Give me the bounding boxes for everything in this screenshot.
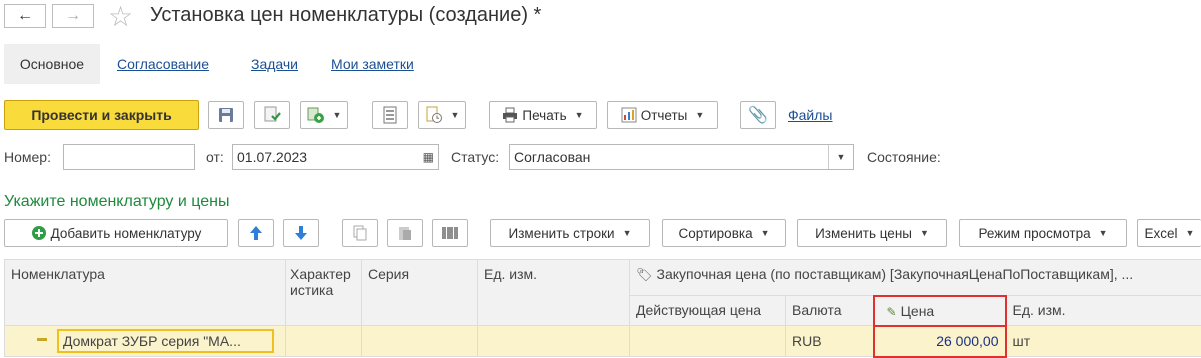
cell-price[interactable]: 26 000,00 [874, 326, 1006, 357]
view-mode-label: Режим просмотра [978, 226, 1090, 241]
change-prices-label: Изменить цены [815, 226, 912, 241]
move-down-button[interactable] [283, 219, 319, 247]
tab-tasks[interactable]: Задачи [251, 44, 298, 84]
add-circle-icon [31, 225, 47, 241]
cell-unit2[interactable]: шт [1006, 326, 1201, 357]
chevron-down-icon: ▼ [451, 110, 460, 120]
document-history-button[interactable]: ▼ [418, 101, 466, 129]
column-group-purchase-price[interactable]: 🏷 Закупочная цена (по поставщикам) [Закуп… [630, 260, 1201, 296]
cell-nomenclature[interactable]: Домкрат ЗУБР серия "МА... [5, 326, 286, 357]
report-chart-icon [621, 107, 637, 123]
tab-my-notes[interactable]: Мои заметки [331, 44, 414, 84]
cell-unit[interactable] [478, 326, 630, 357]
document-clock-icon [425, 106, 443, 124]
chevron-down-icon: ▼ [575, 110, 584, 120]
arrow-down-icon [294, 225, 308, 241]
column-header-price-label: Цена [901, 303, 935, 319]
state-label: Состояние: [867, 149, 941, 165]
view-mode-button[interactable]: Режим просмотра ▼ [959, 219, 1127, 247]
column-header-nomenclature[interactable]: Номенклатура [5, 260, 286, 326]
copy-row-button[interactable] [342, 219, 378, 247]
date-input[interactable]: 01.07.2023 ▦ [232, 144, 439, 170]
cell-series[interactable] [362, 326, 478, 357]
paperclip-icon: 📎 [748, 105, 768, 125]
cell-currency[interactable]: RUB [786, 326, 874, 357]
status-value: Согласован [514, 149, 590, 165]
post-button[interactable] [254, 101, 290, 129]
cell-characteristic[interactable] [286, 326, 362, 357]
save-icon [218, 107, 234, 123]
printer-icon [502, 107, 518, 123]
calendar-icon[interactable]: ▦ [423, 145, 434, 169]
chevron-down-icon: ▼ [1099, 228, 1108, 238]
chevron-down-icon: ▼ [761, 228, 770, 238]
column-header-series[interactable]: Серия [362, 260, 478, 326]
change-rows-button[interactable]: Изменить строки ▼ [490, 219, 650, 247]
add-nomenclature-button[interactable]: Добавить номенклатуру [4, 219, 228, 247]
attach-files-button[interactable]: 📎 [740, 101, 776, 129]
favorite-star-icon[interactable]: ☆ [108, 0, 133, 33]
barcode-button[interactable] [432, 219, 468, 247]
section-title: Укажите номенклатуру и цены [4, 193, 229, 211]
column-group-purchase-price-label: Закупочная цена (по поставщикам) [Закупо… [657, 266, 1134, 282]
nomenclature-value: Домкрат ЗУБР серия "МА... [57, 329, 274, 353]
print-label: Печать [522, 108, 566, 123]
excel-button[interactable]: Excel ▼ [1137, 219, 1201, 247]
arrow-up-icon [249, 225, 263, 241]
arrow-left-icon: ← [17, 7, 33, 25]
barcode-icon [441, 225, 459, 241]
tab-approval[interactable]: Согласование [117, 44, 209, 84]
list-icon [383, 106, 397, 124]
chevron-down-icon[interactable]: ▼ [828, 145, 853, 169]
price-tag-icon: 🏷 [636, 267, 653, 282]
create-based-on-button[interactable]: ▼ [300, 101, 348, 129]
column-header-unit2[interactable]: Ед. изм. [1006, 296, 1201, 326]
chevron-down-icon: ▼ [1186, 228, 1195, 238]
tab-main[interactable]: Основное [4, 44, 100, 84]
change-rows-label: Изменить строки [509, 226, 615, 241]
document-journal-button[interactable] [372, 101, 408, 129]
chevron-down-icon: ▼ [920, 228, 929, 238]
date-label: от: [206, 149, 224, 165]
date-value: 01.07.2023 [237, 149, 307, 165]
column-header-currency[interactable]: Валюта [786, 296, 874, 326]
post-document-icon [263, 106, 281, 124]
status-label: Статус: [451, 149, 499, 165]
excel-label: Excel [1145, 226, 1178, 241]
forward-button[interactable]: → [52, 4, 94, 28]
number-input[interactable] [63, 144, 195, 170]
column-header-current-price[interactable]: Действующая цена [630, 296, 786, 326]
column-header-characteristic[interactable]: Характеристика [286, 260, 362, 326]
table-row[interactable]: Домкрат ЗУБР серия "МА... RUB 26 000,00 … [5, 326, 1201, 357]
paste-button[interactable] [387, 219, 423, 247]
save-button[interactable] [208, 101, 244, 129]
add-nomenclature-label: Добавить номенклатуру [51, 226, 202, 241]
column-header-price[interactable]: ✎ Цена [874, 296, 1006, 326]
files-link[interactable]: Файлы [788, 107, 832, 123]
chevron-down-icon: ▼ [333, 110, 342, 120]
paste-icon [397, 225, 413, 241]
chevron-down-icon: ▼ [695, 110, 704, 120]
copy-icon [352, 225, 368, 241]
move-up-button[interactable] [238, 219, 274, 247]
page-title: Установка цен номенклатуры (создание) * [150, 4, 541, 27]
sort-button[interactable]: Сортировка ▼ [662, 219, 786, 247]
reports-label: Отчеты [641, 108, 688, 123]
create-based-icon [307, 106, 325, 124]
chevron-down-icon: ▼ [623, 228, 632, 238]
item-marker-icon [37, 338, 47, 341]
column-header-unit[interactable]: Ед. изм. [478, 260, 630, 326]
number-label: Номер: [4, 149, 51, 165]
sort-label: Сортировка [678, 226, 752, 241]
arrow-right-icon: → [65, 7, 81, 25]
reports-button[interactable]: Отчеты ▼ [607, 101, 718, 129]
nomenclature-table[interactable]: Номенклатура Характеристика Серия Ед. из… [4, 259, 1201, 358]
cell-current-price[interactable] [630, 326, 786, 357]
pencil-icon: ✎ [887, 305, 897, 319]
post-and-close-button[interactable]: Провести и закрыть [4, 100, 199, 130]
change-prices-button[interactable]: Изменить цены ▼ [797, 219, 947, 247]
status-select[interactable]: Согласован ▼ [509, 144, 854, 170]
print-button[interactable]: Печать ▼ [489, 101, 597, 129]
back-button[interactable]: ← [4, 4, 46, 28]
